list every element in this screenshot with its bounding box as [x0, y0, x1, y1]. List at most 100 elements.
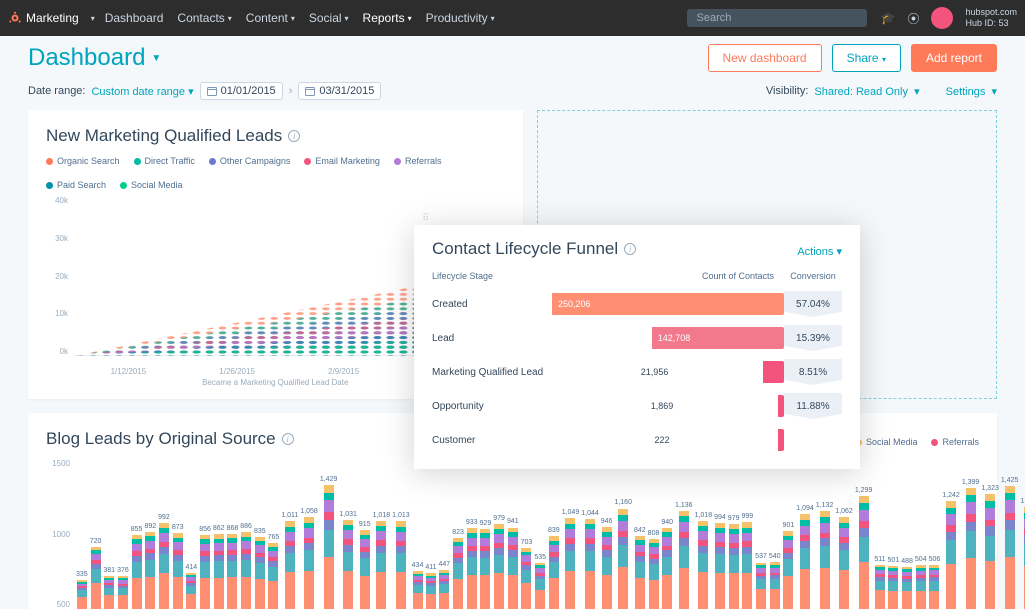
bar[interactable]: 1,160: [614, 499, 632, 609]
funnel-popup[interactable]: ⠿ Contact Lifecycle Funnel i Actions ▾ L…: [414, 225, 860, 469]
bar[interactable]: 862: [213, 525, 225, 609]
legend-item[interactable]: Referrals: [931, 437, 979, 447]
nav-item-reports[interactable]: Reports▾: [363, 11, 412, 25]
legend-item[interactable]: Paid Search: [46, 180, 106, 190]
new-dashboard-button[interactable]: New dashboard: [708, 44, 822, 72]
bar[interactable]: 1,013: [392, 512, 410, 609]
bar[interactable]: 1,136: [675, 502, 693, 609]
share-button[interactable]: Share ▾: [832, 44, 901, 72]
bar[interactable]: 873: [172, 524, 184, 609]
bar[interactable]: 1,011: [281, 512, 298, 609]
nav-item-content[interactable]: Content▾: [246, 11, 295, 25]
bar[interactable]: 376: [117, 567, 129, 609]
bar[interactable]: 1,094: [796, 505, 814, 609]
bar[interactable]: 1,323: [981, 485, 999, 609]
bar[interactable]: 1,044: [581, 510, 599, 609]
bar[interactable]: 501: [888, 557, 900, 609]
date-start-input[interactable]: 01/01/2015: [200, 82, 283, 100]
bar[interactable]: 1,049: [562, 509, 580, 609]
bar[interactable]: 823: [452, 529, 464, 609]
info-icon[interactable]: i: [282, 433, 294, 445]
bar[interactable]: 1,018: [695, 512, 713, 609]
bar[interactable]: 868: [227, 525, 239, 609]
bar[interactable]: 720: [90, 538, 102, 609]
bar[interactable]: 1,018: [373, 512, 391, 609]
bar[interactable]: 411: [425, 564, 436, 609]
bar[interactable]: 447: [439, 561, 451, 609]
bar[interactable]: 1,299: [855, 487, 873, 609]
date-end-input[interactable]: 03/31/2015: [298, 82, 381, 100]
bar[interactable]: 506: [929, 556, 941, 609]
bar[interactable]: 892: [144, 523, 156, 609]
blog-chart[interactable]: Social MediaReferrals 15001000500 335720…: [46, 459, 979, 609]
bar[interactable]: 1,399: [962, 479, 980, 609]
bar[interactable]: 488: [901, 558, 913, 609]
bar[interactable]: 940: [661, 519, 673, 609]
avatar[interactable]: [931, 7, 953, 29]
bar[interactable]: 1,179: [1020, 498, 1025, 609]
bar[interactable]: 929: [480, 520, 492, 609]
bar[interactable]: 414: [186, 564, 198, 609]
search-input[interactable]: Search: [687, 9, 867, 27]
bar[interactable]: 946: [601, 518, 613, 609]
bar[interactable]: 1,058: [300, 508, 318, 609]
drag-handle-icon[interactable]: ⠿: [422, 213, 431, 224]
date-range-type[interactable]: Custom date range ▾: [91, 85, 193, 98]
bar[interactable]: 1,429: [320, 476, 338, 609]
bar[interactable]: 1,132: [816, 502, 834, 609]
chevron-down-icon: ▾: [291, 14, 295, 23]
legend-item[interactable]: Social Media: [855, 437, 918, 447]
academy-icon[interactable]: 🎓: [881, 11, 896, 25]
bar[interactable]: 1,031: [339, 511, 357, 609]
broadcast-icon[interactable]: ⦿: [907, 10, 919, 27]
page-title-selector[interactable]: Dashboard ▼: [28, 44, 161, 72]
bar[interactable]: 994: [714, 514, 726, 609]
nav-item-social[interactable]: Social▾: [309, 11, 349, 25]
bar[interactable]: 856: [199, 526, 211, 609]
bar[interactable]: 992: [158, 514, 170, 609]
bar[interactable]: 808: [648, 530, 660, 609]
bar[interactable]: 335: [76, 571, 88, 609]
bar[interactable]: 511: [874, 556, 885, 609]
bar[interactable]: 999: [741, 513, 753, 609]
bar[interactable]: 765: [268, 534, 280, 609]
bar[interactable]: 434: [412, 562, 424, 609]
legend-item[interactable]: Email Marketing: [304, 156, 380, 166]
legend-item[interactable]: Direct Traffic: [134, 156, 195, 166]
bar[interactable]: 537: [755, 553, 767, 609]
legend-item[interactable]: Referrals: [394, 156, 442, 166]
brand-label[interactable]: Marketing: [26, 11, 79, 25]
bar[interactable]: 839: [548, 527, 560, 609]
bar[interactable]: 504: [915, 556, 927, 609]
legend-item[interactable]: Organic Search: [46, 156, 120, 166]
bar[interactable]: 1,062: [835, 508, 853, 609]
legend-item[interactable]: Other Campaigns: [209, 156, 291, 166]
bar[interactable]: 540: [769, 553, 781, 609]
bar[interactable]: 855: [131, 526, 143, 609]
bar[interactable]: 901: [783, 522, 795, 609]
bar[interactable]: 979: [728, 515, 740, 609]
bar[interactable]: 933: [466, 519, 478, 609]
account-info[interactable]: hubspot.com Hub ID: 53: [965, 7, 1017, 29]
bar[interactable]: 915: [359, 521, 371, 609]
bar[interactable]: 842: [634, 527, 646, 609]
nav-item-productivity[interactable]: Productivity▾: [426, 11, 495, 25]
bar[interactable]: 941: [507, 518, 519, 609]
info-icon[interactable]: i: [288, 130, 300, 142]
bar[interactable]: 979: [493, 515, 505, 609]
bar[interactable]: 1,242: [942, 492, 960, 609]
bar[interactable]: 535: [534, 554, 546, 609]
bar[interactable]: 703: [521, 539, 533, 609]
bar[interactable]: 1,425: [1001, 477, 1019, 609]
nav-item-contacts[interactable]: Contacts▾: [177, 11, 231, 25]
settings-link[interactable]: Settings ▾: [946, 85, 997, 98]
legend-item[interactable]: Social Media: [120, 180, 183, 190]
funnel-actions[interactable]: Actions ▾: [797, 245, 842, 258]
bar[interactable]: 886: [240, 523, 252, 609]
bar[interactable]: 381: [103, 567, 115, 609]
bar[interactable]: 835: [254, 528, 266, 609]
nav-item-dashboard[interactable]: Dashboard: [105, 11, 164, 25]
add-report-button[interactable]: Add report: [911, 44, 997, 72]
info-icon[interactable]: i: [624, 243, 636, 255]
visibility-value[interactable]: Shared: Read Only ▾: [814, 85, 919, 98]
